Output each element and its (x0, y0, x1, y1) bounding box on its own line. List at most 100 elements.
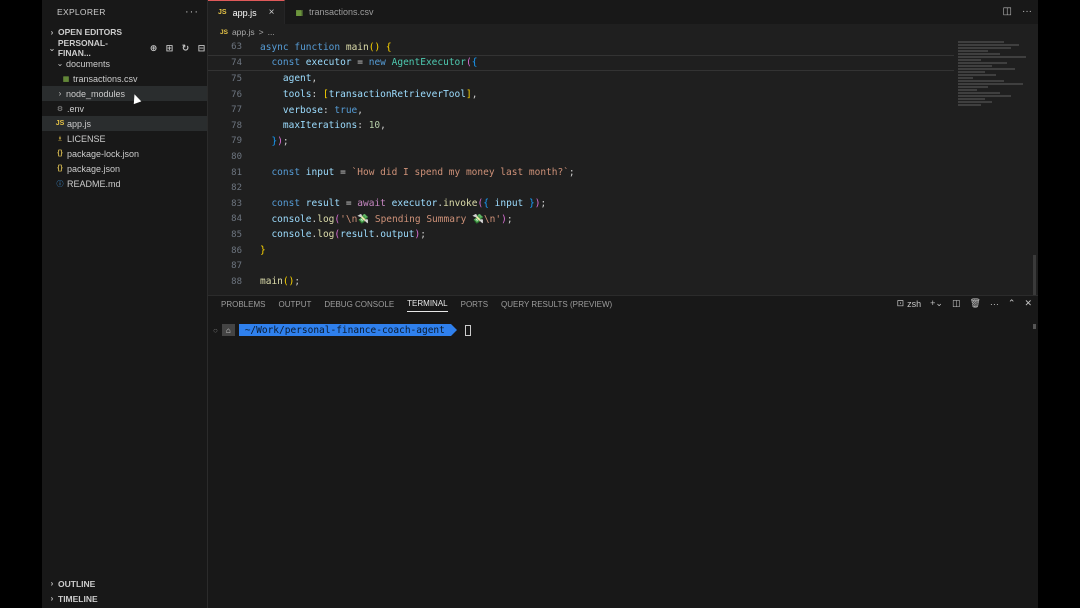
tree-item-label: README.md (67, 178, 121, 189)
breadcrumb-rest[interactable]: ... (268, 27, 275, 37)
more-actions-icon[interactable]: ··· (1022, 6, 1032, 17)
line-number: 82 (231, 183, 242, 194)
more-actions-icon[interactable]: ··· (990, 299, 999, 309)
info-icon: ⓘ (56, 180, 64, 188)
explorer-title: EXPLORER (57, 7, 106, 17)
code-editor[interactable]: 63 async function main() { 74 const exec… (208, 40, 954, 295)
tab-label: app.js (232, 7, 257, 18)
tree-item-label: app.js (67, 118, 92, 129)
close-icon[interactable]: ✕ (1024, 298, 1032, 309)
tree-item-label: transactions.csv (73, 73, 138, 84)
tree-item-app-js[interactable]: JS app.js (42, 116, 207, 131)
tab-terminal[interactable]: TERMINAL (407, 296, 448, 312)
code-text: async function main() { (260, 41, 392, 53)
tree-item-label: package-lock.json (67, 148, 140, 159)
code-line: 79 }); (208, 134, 954, 150)
code-line: 80 (208, 149, 954, 165)
breadcrumb-file[interactable]: app.js (232, 27, 255, 37)
tab-ports[interactable]: PORTS (461, 297, 488, 312)
code-text: const result = await executor.invoke({ i… (271, 198, 547, 210)
trash-icon[interactable]: 🗑 (969, 298, 980, 309)
outline-section[interactable]: › OUTLINE (42, 576, 207, 591)
collapse-all-icon[interactable]: ⊟ (196, 43, 207, 54)
outline-label: OUTLINE (58, 578, 96, 589)
code-line: 76 tools: [transactionRetrieverTool], (208, 87, 954, 103)
tree-item-readme[interactable]: ⓘ README.md (42, 176, 207, 191)
code-text: } (260, 245, 266, 257)
split-terminal-icon[interactable]: ◫ (952, 298, 961, 309)
terminal-cursor (464, 324, 471, 336)
timeline-section[interactable]: › TIMELINE (42, 591, 207, 606)
tab-query-results[interactable]: QUERY RESULTS (PREVIEW) (501, 297, 612, 312)
minimap[interactable] (954, 40, 1038, 295)
code-line: 88 main(); (208, 274, 954, 290)
more-actions-icon[interactable]: ··· (185, 6, 199, 18)
line-number: 63 (231, 42, 242, 53)
code-line: 75 agent, (208, 71, 954, 87)
close-icon[interactable]: × (269, 7, 275, 18)
js-file-icon: JS (218, 9, 227, 16)
line-number: 83 (231, 198, 242, 209)
project-section[interactable]: ⌄ PERSONAL-FINAN... ⊕ ⊞ ↻ ⊟ (42, 38, 207, 58)
chevron-right-icon: › (50, 579, 54, 588)
new-folder-icon[interactable]: ⊞ (164, 43, 175, 54)
line-number: 86 (231, 245, 242, 256)
code-line: 85 console.log(result.output); (208, 227, 954, 243)
line-number: 84 (231, 214, 242, 225)
tree-item-node-modules[interactable]: › node_modules (42, 86, 207, 101)
csv-file-icon: ▦ (295, 7, 303, 17)
line-number: 79 (231, 136, 242, 147)
tree-item-package-json[interactable]: {} package.json (42, 161, 207, 176)
code-text: agent, (282, 73, 318, 85)
editor-tabbar: JS app.js × ▦ transactions.csv ◫ ··· (208, 0, 1038, 24)
tree-item-label: node_modules (66, 88, 126, 99)
tree-item-transactions-csv[interactable]: ▦ transactions.csv (42, 71, 207, 86)
chevron-down-icon: ⌄ (56, 59, 64, 68)
code-line: 81 const input = `How did I spend my mon… (208, 165, 954, 181)
tab-output[interactable]: OUTPUT (278, 297, 311, 312)
tree-item-label: .env (67, 103, 85, 114)
maximize-panel-icon[interactable]: ⌃ (1008, 298, 1016, 309)
prompt-dot-icon: ○ (213, 325, 218, 335)
tab-problems[interactable]: PROBLEMS (221, 297, 265, 312)
tree-item-license[interactable]: ♗ LICENSE (42, 131, 207, 146)
tab-debug-console[interactable]: DEBUG CONSOLE (324, 297, 394, 312)
line-number: 75 (231, 73, 242, 84)
tab-app-js[interactable]: JS app.js × (208, 0, 286, 24)
editor-actions: ◫ ··· (1003, 6, 1032, 17)
code-line: 74 const executor = new AgentExecutor({ (208, 55, 954, 72)
chevron-right-icon: › (58, 89, 62, 98)
refresh-icon[interactable]: ↻ (180, 43, 191, 54)
code-line: 78 maxIterations: 10, (208, 118, 954, 134)
shell-name[interactable]: zsh (907, 299, 921, 309)
line-number: 85 (231, 229, 242, 240)
code-line: 77 verbose: true, (208, 102, 954, 118)
apple-icon: ⌂ (221, 324, 235, 336)
terminal-scrollbar[interactable] (1033, 324, 1036, 329)
project-label: PERSONAL-FINAN... (57, 38, 108, 58)
csv-file-icon: ▦ (62, 75, 70, 83)
project-actions: ⊕ ⊞ ↻ ⊟ (148, 43, 207, 54)
explorer-sidebar: EXPLORER ··· › OPEN EDITORS ⌄ PERSONAL-F… (42, 0, 208, 608)
tree-item-documents[interactable]: ⌄ documents (42, 56, 207, 71)
json-file-icon: {} (57, 165, 63, 172)
code-line: 87 (208, 258, 954, 274)
code-text: maxIterations: 10, (282, 120, 386, 132)
terminal-prompt[interactable]: ○ ⌂ ~/Work/personal-finance-coach-agent (213, 324, 471, 336)
tree-item-env[interactable]: ⚙ .env (42, 101, 207, 116)
terminal-icon: ⊡ (896, 298, 905, 308)
line-number: 88 (231, 276, 242, 287)
line-number: 78 (231, 120, 242, 131)
add-terminal-icon[interactable]: +⌄ (930, 298, 943, 309)
new-file-icon[interactable]: ⊕ (148, 43, 159, 54)
tree-item-package-lock-json[interactable]: {} package-lock.json (42, 146, 207, 161)
explorer-header: EXPLORER ··· (42, 0, 207, 24)
tree-item-label: LICENSE (67, 133, 106, 144)
license-icon: ♗ (56, 135, 64, 143)
editor-area: JS app.js × ▦ transactions.csv ◫ ··· JS … (208, 0, 1038, 295)
breadcrumb: JS app.js > ... (208, 24, 1038, 40)
tab-transactions-csv[interactable]: ▦ transactions.csv (285, 0, 383, 24)
code-text: }); (271, 135, 289, 147)
split-editor-icon[interactable]: ◫ (1003, 6, 1012, 17)
editor-scrollbar[interactable] (1033, 255, 1036, 295)
